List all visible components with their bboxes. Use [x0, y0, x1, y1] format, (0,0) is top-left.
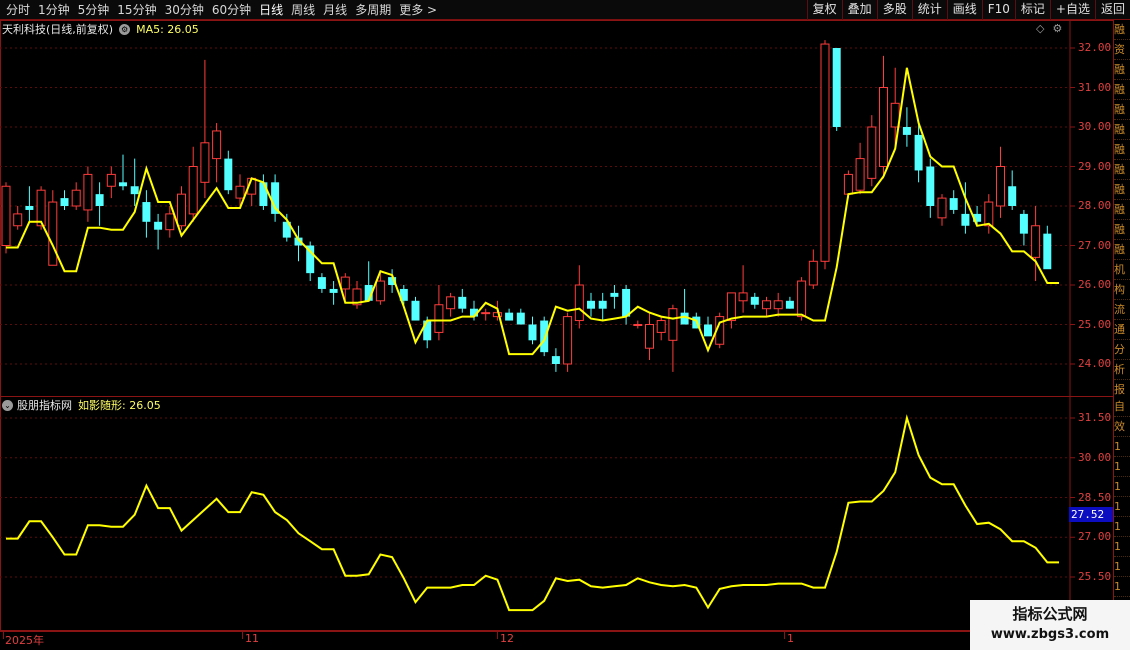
sidebar-row[interactable]: 融: [1114, 60, 1130, 80]
sidebar-row[interactable]: 1: [1114, 457, 1130, 477]
indicator-frame: [0, 396, 1114, 632]
y-tick-label: 25.00: [1078, 317, 1112, 331]
main-legend: 天利科技(日线,前复权) ⚙ MA5: 26.05: [2, 21, 199, 37]
sidebar-row[interactable]: 分: [1114, 340, 1130, 360]
watermark-url: www.zbgs3.com: [990, 627, 1110, 642]
y-tick-label: 29.00: [1078, 159, 1112, 173]
x-label-dec: 12: [500, 632, 514, 645]
toolbar-button[interactable]: 叠加: [841, 0, 877, 20]
x-tick: [3, 631, 4, 639]
sidebar-row[interactable]: 报: [1114, 380, 1130, 396]
y-tick-label: 26.00: [1078, 278, 1112, 291]
sidebar-row[interactable]: 1: [1114, 557, 1130, 577]
right-sidebar-bottom[interactable]: 自效1111111111: [1114, 397, 1130, 630]
sidebar-row[interactable]: 融: [1114, 120, 1130, 140]
timeframe-tab[interactable]: 月线: [319, 0, 351, 20]
sidebar-row[interactable]: 通: [1114, 320, 1130, 340]
sidebar-row[interactable]: 融: [1114, 20, 1130, 40]
toolbar-button[interactable]: F10: [981, 0, 1015, 20]
x-tick: [242, 631, 243, 639]
x-label-2025: 2025年: [5, 634, 44, 647]
y-tick-label: 28.50: [1078, 490, 1112, 504]
sidebar-row[interactable]: 融: [1114, 200, 1130, 220]
toolbar-button[interactable]: 画线: [946, 0, 982, 20]
sidebar-row[interactable]: 融: [1114, 180, 1130, 200]
sidebar-row[interactable]: 1: [1114, 517, 1130, 537]
x-tick: [784, 631, 785, 639]
top-toolbar: 分时 1分钟 5分钟 15分钟 30分钟 60分钟 日线 周线 月线 多周期 更多 > 复权 叠加 多股…: [0, 0, 1130, 20]
timeframe-tab[interactable]: 日线: [255, 0, 287, 20]
timeframe-tabs: 分时 1分钟 5分钟 15分钟 30分钟 60分钟 日线 周线 月线 多周期 更多 >: [2, 0, 441, 20]
y-tick-label: 32.00: [1078, 41, 1112, 54]
indicator-legend: ⌄ 股朋指标网 如影随形: 26.05: [2, 397, 161, 413]
sidebar-row[interactable]: 资: [1114, 40, 1130, 60]
sidebar-row[interactable]: 机: [1114, 260, 1130, 280]
timeframe-tab[interactable]: 15分钟: [113, 0, 160, 20]
ma5-label: MA5: 26.05: [136, 22, 199, 36]
timeframe-tab[interactable]: 30分钟: [161, 0, 208, 20]
y-tick-label: 27.00: [1078, 530, 1112, 544]
timeframe-tab[interactable]: 多周期: [351, 0, 395, 20]
y-tick-label: 30.00: [1078, 450, 1112, 464]
sidebar-row[interactable]: 构: [1114, 280, 1130, 300]
y-tick-label: 31.50: [1078, 411, 1112, 424]
sidebar-row[interactable]: 融: [1114, 100, 1130, 120]
sidebar-row[interactable]: 自: [1114, 397, 1130, 417]
timeframe-tab[interactable]: 5分钟: [74, 0, 114, 20]
sidebar-row[interactable]: 融: [1114, 240, 1130, 260]
timeframe-tab[interactable]: 周线: [287, 0, 319, 20]
sidebar-row[interactable]: 流: [1114, 300, 1130, 320]
sidebar-row[interactable]: 1: [1114, 577, 1130, 597]
cursor-value-badge: 27.52: [1069, 507, 1113, 522]
timeframe-tab[interactable]: 更多 >: [395, 0, 441, 20]
panel-corner-icons: ◇ ⚙: [1036, 22, 1062, 35]
toolbar-button[interactable]: 返回: [1094, 0, 1130, 20]
toolbar-button[interactable]: +自选: [1049, 0, 1095, 20]
x-label-nov: 11: [245, 632, 259, 645]
sidebar-row[interactable]: 1: [1114, 437, 1130, 457]
toolbar-button[interactable]: 标记: [1014, 0, 1050, 20]
x-tick: [497, 631, 498, 639]
sidebar-row[interactable]: 效: [1114, 417, 1130, 437]
toolbar-button[interactable]: 复权: [806, 0, 842, 20]
sidebar-row[interactable]: 1: [1114, 537, 1130, 557]
indicator-value-label: 如影随形: 26.05: [78, 399, 161, 412]
watermark-logo: 指标公式网 www.zbgs3.com: [970, 600, 1130, 650]
right-sidebar-top[interactable]: 融资融融融融融融融融融融机构流通分析报表: [1114, 20, 1130, 396]
timeframe-tab[interactable]: 60分钟: [208, 0, 255, 20]
settings-icon[interactable]: ⚙: [119, 23, 131, 35]
timeframe-tab[interactable]: 1分钟: [34, 0, 74, 20]
sidebar-row[interactable]: 融: [1114, 160, 1130, 180]
diamond-icon[interactable]: ◇: [1036, 22, 1044, 35]
toolbar-button[interactable]: 多股: [876, 0, 912, 20]
y-tick-label: 25.50: [1078, 570, 1112, 583]
sidebar-row[interactable]: 融: [1114, 80, 1130, 100]
toolbar-actions: 复权 叠加 多股 统计 画线 F10 标记 +自选 返回: [806, 0, 1130, 20]
y-tick-label: 30.00: [1078, 120, 1112, 133]
x-label-jan: 1: [787, 632, 794, 645]
x-axis: 2025年 11 12 1: [0, 630, 1070, 650]
sidebar-row[interactable]: 融: [1114, 220, 1130, 240]
indicator-name: 股朋指标网: [17, 399, 72, 412]
timeframe-tab[interactable]: 分时: [2, 0, 34, 20]
collapse-icon[interactable]: ⌄: [2, 399, 13, 411]
gear-icon[interactable]: ⚙: [1052, 22, 1062, 35]
y-tick-label: 27.00: [1078, 238, 1112, 252]
toolbar-button[interactable]: 统计: [911, 0, 947, 20]
sidebar-row[interactable]: 融: [1114, 140, 1130, 160]
sidebar-row[interactable]: 析: [1114, 360, 1130, 380]
sidebar-row[interactable]: 1: [1114, 477, 1130, 497]
stock-name: 天利科技(日线,前复权): [2, 23, 114, 36]
sidebar-row[interactable]: 1: [1114, 497, 1130, 517]
y-tick-label: 28.00: [1078, 199, 1112, 212]
y-tick-label: 31.00: [1078, 80, 1112, 94]
watermark-title: 指标公式网: [1012, 605, 1088, 623]
main-chart-frame: [0, 20, 1114, 397]
y-tick-label: 24.00: [1078, 357, 1112, 370]
